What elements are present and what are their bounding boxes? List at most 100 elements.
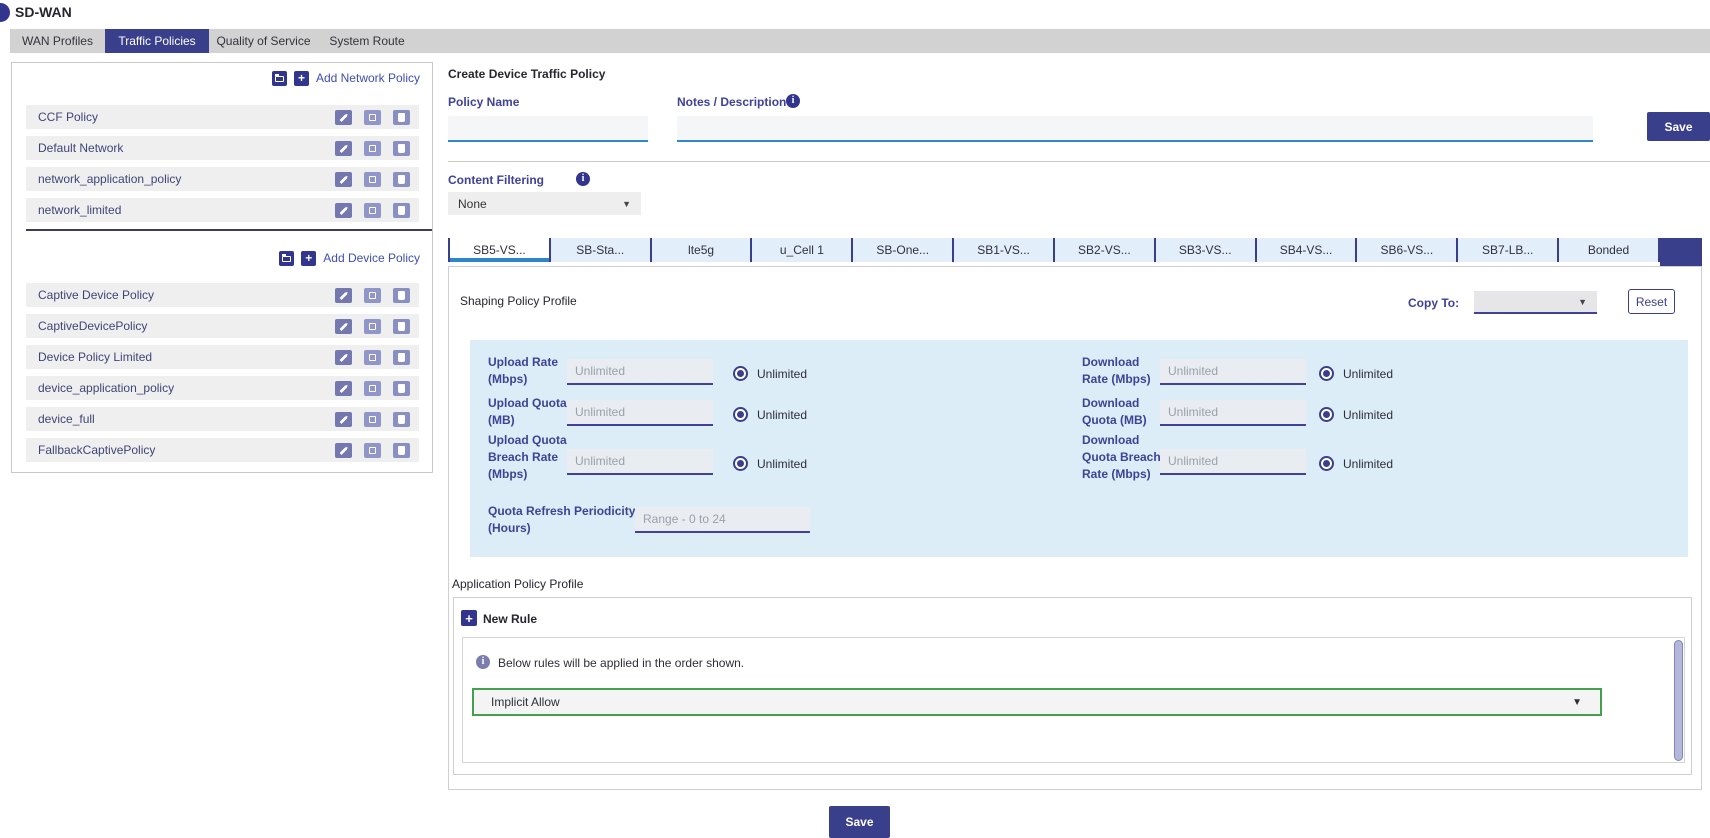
add-device-policy-link[interactable]: Add Device Policy (323, 251, 420, 265)
quota-refresh-input[interactable] (635, 507, 810, 533)
download-rate-unlimited-radio[interactable] (1319, 366, 1334, 381)
save-button-bottom[interactable]: Save (829, 806, 890, 838)
folder-icon[interactable] (279, 251, 294, 266)
copy-icon[interactable] (364, 203, 381, 218)
trash-icon[interactable] (393, 141, 410, 156)
chevron-down-icon: ▼ (1572, 697, 1582, 708)
policy-name-link[interactable]: CCF Policy (38, 110, 98, 124)
save-button-top[interactable]: Save (1647, 112, 1710, 141)
iface-tab-sb1[interactable]: SB1-VS... (954, 238, 1055, 262)
trash-icon[interactable] (393, 443, 410, 458)
iface-tab-sb6[interactable]: SB6-VS... (1357, 238, 1458, 262)
copy-icon[interactable] (364, 443, 381, 458)
network-policy-row: CCF Policy (26, 105, 419, 129)
iface-tab-ucell1[interactable]: u_Cell 1 (752, 238, 853, 262)
edit-icon[interactable] (335, 172, 352, 187)
download-quota-breach-unlimited-radio[interactable] (1319, 456, 1334, 471)
iface-tab-sb2[interactable]: SB2-VS... (1055, 238, 1156, 262)
trash-icon[interactable] (393, 381, 410, 396)
policy-name-link[interactable]: network_application_policy (38, 172, 181, 186)
new-rule-label[interactable]: New Rule (483, 612, 537, 626)
plus-icon[interactable]: + (294, 71, 309, 86)
tab-quality-of-service[interactable]: Quality of Service (209, 29, 318, 53)
download-rate-input[interactable] (1160, 359, 1306, 385)
policy-name-link[interactable]: Captive Device Policy (38, 288, 154, 302)
new-rule-plus-icon[interactable]: + (461, 610, 477, 626)
trash-icon[interactable] (393, 110, 410, 125)
add-device-policy-row: + Add Device Policy (279, 249, 420, 267)
edit-icon[interactable] (335, 319, 352, 334)
implicit-allow-dropdown[interactable]: Implicit Allow ▼ (472, 688, 1602, 716)
iface-tab-sb3[interactable]: SB3-VS... (1156, 238, 1257, 262)
form-title: Create Device Traffic Policy (448, 67, 605, 81)
notes-input[interactable] (677, 116, 1593, 142)
trash-icon[interactable] (393, 203, 410, 218)
iface-tab-sb5[interactable]: SB5-VS... (450, 238, 551, 262)
edit-icon[interactable] (335, 412, 352, 427)
reset-button[interactable]: Reset (1628, 289, 1675, 314)
rules-scrollbar[interactable] (1674, 640, 1683, 761)
trash-icon[interactable] (393, 288, 410, 303)
tab-system-route[interactable]: System Route (318, 29, 416, 53)
upload-rate-input[interactable] (567, 359, 713, 385)
download-quota-breach-input[interactable] (1160, 449, 1306, 475)
policy-name-link[interactable]: Default Network (38, 141, 123, 155)
copy-icon[interactable] (364, 381, 381, 396)
trash-icon[interactable] (393, 172, 410, 187)
iface-tab-bonded[interactable]: Bonded (1559, 238, 1660, 262)
upload-quota-breach-unlimited-radio[interactable] (733, 456, 748, 471)
content-filtering-label: Content Filtering (448, 173, 544, 187)
iface-tab-sbone[interactable]: SB-One... (853, 238, 954, 262)
add-network-policy-link[interactable]: Add Network Policy (316, 71, 420, 85)
trash-icon[interactable] (393, 412, 410, 427)
policy-name-link[interactable]: device_application_policy (38, 381, 174, 395)
copy-icon[interactable] (364, 141, 381, 156)
plus-icon[interactable]: + (301, 251, 316, 266)
copy-icon[interactable] (364, 319, 381, 334)
edit-icon[interactable] (335, 141, 352, 156)
info-icon: i (476, 655, 490, 669)
radio-label: Unlimited (1343, 367, 1393, 381)
device-policy-row: device_full (26, 407, 419, 431)
policy-name-link[interactable]: CaptiveDevicePolicy (38, 319, 147, 333)
iface-tab-lte5g[interactable]: lte5g (652, 238, 753, 262)
download-quota-unlimited-radio[interactable] (1319, 407, 1334, 422)
copy-icon[interactable] (364, 412, 381, 427)
quota-refresh-label: Quota Refresh Periodicity (Hours) (488, 503, 646, 537)
edit-icon[interactable] (335, 443, 352, 458)
edit-icon[interactable] (335, 110, 352, 125)
network-policy-row: network_limited (26, 198, 419, 222)
copy-icon[interactable] (364, 350, 381, 365)
iface-tab-sb7[interactable]: SB7-LB... (1458, 238, 1559, 262)
tab-wan-profiles[interactable]: WAN Profiles (10, 29, 105, 53)
policy-name-input[interactable] (448, 116, 648, 142)
copy-icon[interactable] (364, 172, 381, 187)
policy-name-link[interactable]: device_full (38, 412, 95, 426)
policy-name-link[interactable]: FallbackCaptivePolicy (38, 443, 155, 457)
upload-rate-unlimited-radio[interactable] (733, 366, 748, 381)
copy-icon[interactable] (364, 288, 381, 303)
copy-to-dropdown[interactable]: ▼ (1474, 291, 1597, 314)
content-filtering-dropdown[interactable]: None ▼ (448, 192, 641, 215)
trash-icon[interactable] (393, 350, 410, 365)
copy-icon[interactable] (364, 110, 381, 125)
edit-icon[interactable] (335, 288, 352, 303)
rules-info-text: Below rules will be applied in the order… (498, 656, 744, 670)
tab-overflow-button[interactable] (1660, 238, 1702, 266)
edit-icon[interactable] (335, 381, 352, 396)
upload-quota-unlimited-radio[interactable] (733, 407, 748, 422)
device-policy-row: FallbackCaptivePolicy (26, 438, 419, 462)
edit-icon[interactable] (335, 350, 352, 365)
policy-name-link[interactable]: network_limited (38, 203, 121, 217)
edit-icon[interactable] (335, 203, 352, 218)
download-quota-input[interactable] (1160, 400, 1306, 426)
trash-icon[interactable] (393, 319, 410, 334)
folder-icon[interactable] (272, 71, 287, 86)
upload-quota-input[interactable] (567, 400, 713, 426)
upload-quota-breach-input[interactable] (567, 449, 713, 475)
policy-name-link[interactable]: Device Policy Limited (38, 350, 152, 364)
iface-tab-sb4[interactable]: SB4-VS... (1257, 238, 1358, 262)
radio-label: Unlimited (757, 408, 807, 422)
iface-tab-sbsta[interactable]: SB-Sta... (551, 238, 652, 262)
tab-traffic-policies[interactable]: Traffic Policies (105, 29, 209, 53)
